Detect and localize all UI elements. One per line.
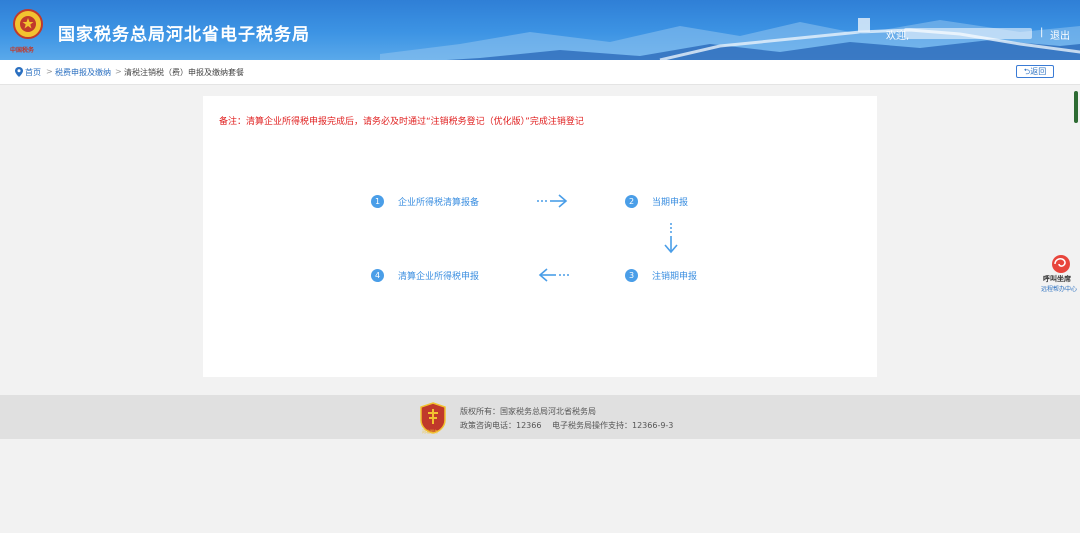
step-number: 1 xyxy=(371,195,384,208)
page-header: 中国税务 国家税务总局河北省电子税务局 欢迎, | 退出 xyxy=(0,0,1080,60)
step-label: 清算企业所得税申报 xyxy=(398,272,480,282)
footer-contact: 政策咨询电话：12366 电子税务局操作支持：12366-9-3 xyxy=(460,421,674,430)
masked-username xyxy=(904,28,1032,39)
breadcrumb-arrow: > xyxy=(46,67,53,76)
breadcrumb-current: 清税注销税（费）申报及缴纳套餐 xyxy=(124,68,244,77)
main-card: 备注：清算企业所得税申报完成后，请务必及时通过“注销税务登记（优化版）”完成注销… xyxy=(203,96,877,377)
back-button[interactable]: ⮌返回 xyxy=(1016,65,1054,78)
arrow-right-icon xyxy=(537,194,568,208)
step-number: 4 xyxy=(371,269,384,282)
breadcrumb-arrow: > xyxy=(115,67,122,76)
header-separator: | xyxy=(1040,27,1044,38)
step-4[interactable]: 4 清算企业所得税申报 xyxy=(371,269,479,282)
emblem-text: 中国税务 xyxy=(10,47,35,54)
breadcrumb-tax-filing[interactable]: 税费申报及缴纳 xyxy=(55,67,111,78)
arrow-down-icon xyxy=(664,223,678,254)
scrollbar[interactable] xyxy=(1074,91,1078,123)
step-number: 3 xyxy=(625,269,638,282)
logout-link[interactable]: 退出 xyxy=(1050,27,1070,42)
page-bottom xyxy=(0,439,1080,533)
step-2[interactable]: 2 当期申报 xyxy=(625,195,688,208)
site-title: 国家税务总局河北省电子税务局 xyxy=(58,25,310,45)
step-label: 注销期申报 xyxy=(652,272,698,282)
swirl-logo-icon xyxy=(1052,255,1070,273)
step-label: 企业所得税清算报备 xyxy=(398,198,480,208)
remote-help-subtitle: 远程帮办中心 xyxy=(1041,286,1078,293)
remote-help-title: 呼叫坐席 xyxy=(1043,275,1071,283)
step-1[interactable]: 1 企业所得税清算报备 xyxy=(371,195,479,208)
step-number: 2 xyxy=(625,195,638,208)
arrow-left-icon xyxy=(538,268,569,282)
breadcrumb: 首页 > 税费申报及缴纳 > 清税注销税（费）申报及缴纳套餐 xyxy=(0,60,1080,85)
remote-help-widget[interactable]: 呼叫坐席 远程帮办中心 xyxy=(1040,254,1080,296)
footer-logo-text: 河北税务 xyxy=(422,429,438,434)
step-label: 当期申报 xyxy=(652,198,689,208)
step-3[interactable]: 3 注销期申报 xyxy=(625,269,697,282)
page-footer: 河北税务 版权所有：国家税务总局河北省税务局 政策咨询电话：12366 电子税务… xyxy=(0,395,1080,439)
back-label: 返回 xyxy=(1030,67,1047,76)
breadcrumb-home[interactable]: 首页 xyxy=(25,67,41,78)
note-text: 备注：清算企业所得税申报完成后，请务必及时通过“注销税务登记（优化版）”完成注销… xyxy=(219,117,584,127)
location-pin-icon xyxy=(15,67,23,77)
footer-copyright: 版权所有：国家税务总局河北省税务局 xyxy=(460,407,596,416)
